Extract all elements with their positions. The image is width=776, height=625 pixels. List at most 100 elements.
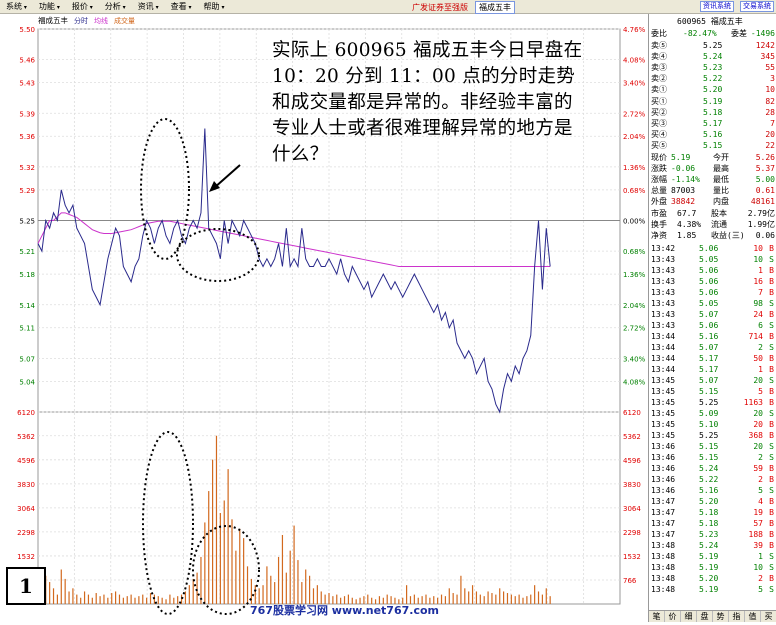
menu-item-3[interactable]: 分析 — [99, 1, 132, 12]
tick-row: 13:48 5.19 1 S — [649, 552, 776, 562]
menu-item-6[interactable]: 帮助 — [198, 1, 231, 12]
tick-dir: S — [769, 299, 774, 308]
menu-item-0[interactable]: 系统 — [0, 1, 33, 12]
pct-label: 2.04% — [623, 302, 646, 310]
panel-tab-0[interactable]: 笔 — [649, 611, 665, 622]
tick-dir: S — [769, 255, 774, 264]
tick-time: 13:46 — [651, 442, 676, 451]
tick-dir: B — [769, 519, 774, 528]
stat-row-1: 涨跌 -0.06 最高 5.37 — [649, 164, 776, 174]
menu-item-5[interactable]: 查看 — [165, 1, 198, 12]
tick-time: 13:43 — [651, 310, 676, 319]
watermark: 767股票学习网 www.net767.com — [250, 604, 439, 617]
menu-item-1[interactable]: 功能 — [33, 1, 66, 12]
tick-dir: S — [769, 486, 774, 495]
stat-value: 5.19 — [671, 153, 691, 162]
stat-label2: 最高 — [713, 164, 729, 173]
tick-vol: 20 — [753, 442, 763, 451]
tick-dir: B — [769, 288, 774, 297]
tick-price: 5.20 — [699, 574, 719, 583]
panel-tab-2[interactable]: 细 — [681, 611, 697, 622]
tick-row: 13:46 5.16 5 S — [649, 486, 776, 496]
panel-tab-7[interactable]: 买 — [761, 611, 776, 622]
stat-label2: 今开 — [713, 153, 729, 162]
chart-tab-2: 成交量 — [114, 16, 135, 25]
tick-dir: B — [769, 464, 774, 473]
tick-vol: 1 — [758, 266, 763, 275]
tick-vol: 20 — [753, 409, 763, 418]
tick-dir: S — [769, 585, 774, 594]
info-system-button[interactable]: 资讯系统 — [700, 1, 734, 12]
tick-price: 5.06 — [699, 288, 719, 297]
tick-time: 13:45 — [651, 420, 676, 429]
tick-dir: B — [769, 420, 774, 429]
tick-vol: 10 — [753, 563, 763, 572]
tick-row: 13:44 5.17 50 B — [649, 354, 776, 364]
tick-price: 5.19 — [699, 563, 719, 572]
buy-vol: 28 — [765, 108, 775, 117]
tick-vol: 10 — [753, 244, 763, 253]
tick-dir: B — [769, 310, 774, 319]
tick-dir: S — [769, 442, 774, 451]
tick-dir: B — [769, 266, 774, 275]
tick-price: 5.07 — [699, 310, 719, 319]
buy-label: 买④ — [651, 130, 667, 139]
menu-item-4[interactable]: 资讯 — [132, 1, 165, 12]
stat2-label2: 流通 — [711, 220, 727, 229]
stat-value2: 5.26 — [755, 153, 775, 162]
tick-vol: 1 — [758, 365, 763, 374]
stat2-label2: 收益(三) — [711, 231, 745, 240]
trade-system-button[interactable]: 交易系统 — [740, 1, 774, 12]
buy-price: 5.15 — [703, 141, 723, 150]
panel-tab-3[interactable]: 盘 — [697, 611, 713, 622]
tick-price: 5.07 — [699, 343, 719, 352]
panel-header: 600965 福成五丰 — [649, 17, 776, 27]
tick-row: 13:48 5.24 39 B — [649, 541, 776, 551]
stat2-row-0: 市盈 67.7 股本 2.79亿 — [649, 209, 776, 219]
tick-vol: 1 — [758, 552, 763, 561]
tick-vol: 50 — [753, 354, 763, 363]
annotation-arrow-shaft — [213, 164, 241, 189]
weicha-value: -1496 — [750, 29, 775, 38]
tick-price: 5.15 — [699, 453, 719, 462]
panel-tab-5[interactable]: 指 — [729, 611, 745, 622]
quote-panel: 600965 福成五丰 委比 -82.47% 委差 -1496 卖⑤ 5.25 1242 卖④ 5… — [648, 14, 776, 622]
volume-label-right: 766 — [623, 577, 637, 585]
menu-item-2[interactable]: 报价 — [66, 1, 99, 12]
tick-row: 13:43 5.05 10 S — [649, 255, 776, 265]
panel-tab-4[interactable]: 势 — [713, 611, 729, 622]
buy-row-2: 买③ 5.17 7 — [649, 119, 776, 129]
volume-label-right: 6120 — [623, 409, 641, 417]
tick-price: 5.16 — [699, 486, 719, 495]
tick-vol: 20 — [753, 420, 763, 429]
volume-label-right: 3064 — [623, 505, 641, 513]
tick-time: 13:47 — [651, 497, 676, 506]
tick-dir: S — [769, 453, 774, 462]
stat2-value2: 2.79亿 — [747, 209, 775, 218]
stat-value2: 0.61 — [755, 186, 775, 195]
price-label: 5.14 — [19, 302, 35, 310]
panel-tab-6[interactable]: 值 — [745, 611, 761, 622]
title-stock-box: 福成五丰 — [475, 1, 515, 14]
weibi-value: -82.47% — [683, 29, 717, 38]
sell-price: 5.23 — [703, 63, 723, 72]
volume-label: 5362 — [17, 433, 35, 441]
pct-label: 1.36% — [623, 164, 646, 172]
weibi-label: 委比 — [651, 29, 667, 38]
buy-vol: 22 — [765, 141, 775, 150]
sell-price: 5.20 — [703, 85, 723, 94]
volume-label: 3064 — [17, 505, 35, 513]
sell-label: 卖③ — [651, 63, 667, 72]
stat-value: -1.14% — [671, 175, 700, 184]
price-label: 5.25 — [19, 218, 35, 226]
buy-row-4: 买⑤ 5.15 22 — [649, 141, 776, 151]
tick-dir: S — [769, 376, 774, 385]
tick-dir: B — [769, 497, 774, 506]
panel-tab-1[interactable]: 价 — [665, 611, 681, 622]
tick-row: 13:43 5.05 98 S — [649, 299, 776, 309]
price-label: 5.04 — [19, 378, 35, 386]
buy-label: 买② — [651, 108, 667, 117]
sell-price: 5.25 — [703, 41, 723, 50]
tick-row: 13:43 5.07 24 B — [649, 310, 776, 320]
panel-header-text: 600965 福成五丰 — [677, 17, 743, 26]
